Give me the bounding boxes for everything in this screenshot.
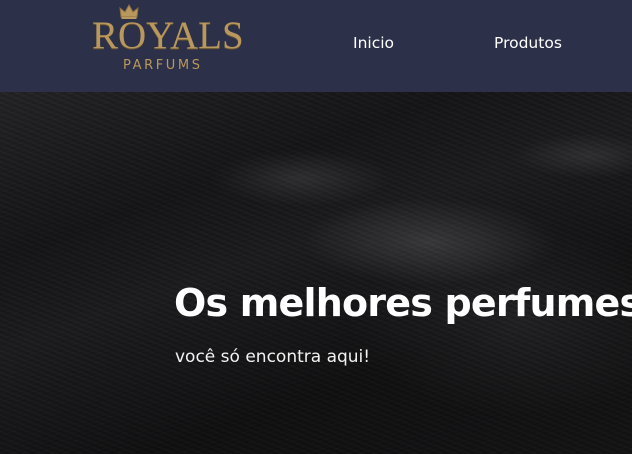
brand-subtitle: PARFUMS [123,58,203,73]
brand-logo[interactable]: ROYALS PARFUMS [92,4,244,76]
nav-link-produtos[interactable]: Produtos [494,33,562,53]
hero-subheadline: você só encontra aqui! [175,347,371,367]
hero-headline: Os melhores perfumes [174,281,632,325]
hero-background-texture [0,92,632,454]
site-header: ROYALS PARFUMS Inicio Produtos [0,0,632,92]
hero-banner: Os melhores perfumes você só encontra aq… [0,92,632,454]
nav-link-inicio[interactable]: Inicio [353,33,394,53]
brand-name: ROYALS [92,14,244,57]
